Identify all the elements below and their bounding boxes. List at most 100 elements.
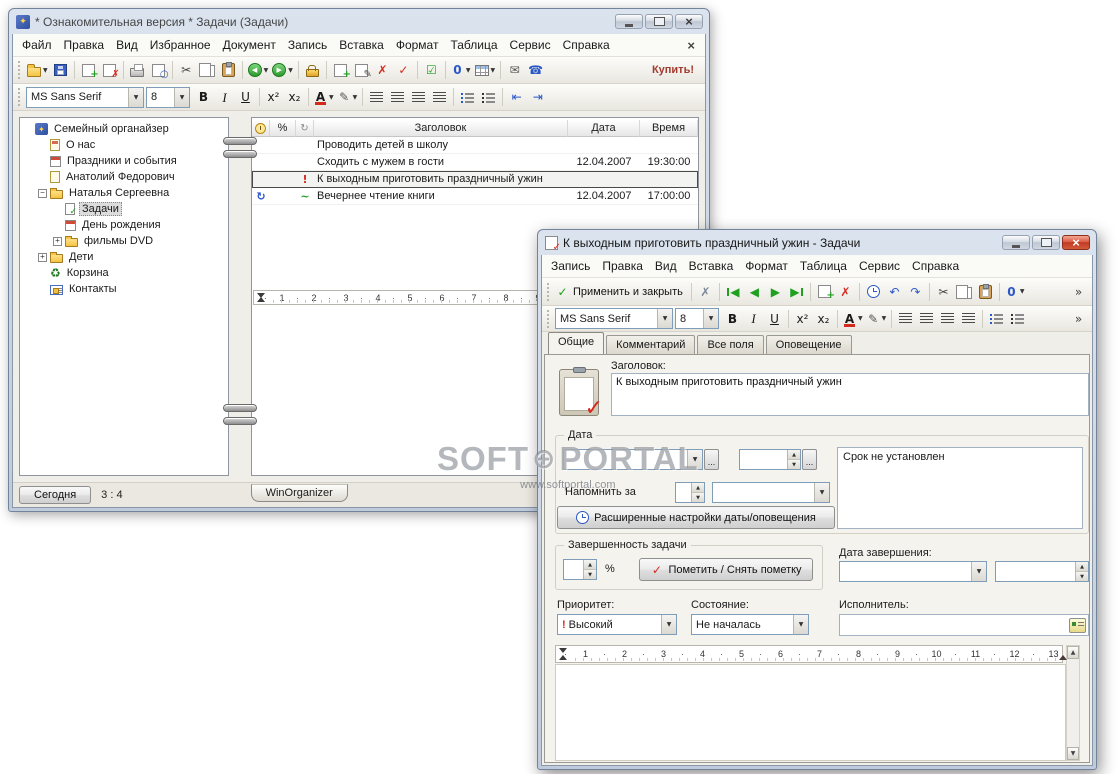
align-left-button[interactable] [366,86,387,108]
alarm-column-header[interactable] [252,120,270,137]
close-button[interactable] [675,14,703,29]
scroll-up-icon[interactable] [1067,646,1079,659]
tab-3[interactable]: Оповещение [765,335,852,354]
title-input[interactable]: К выходным приготовить праздничный ужин [611,373,1089,416]
left-indent-marker[interactable] [257,297,265,302]
next-record-button[interactable]: ▶ [765,281,786,303]
cancel-button[interactable]: ✗ [695,281,716,303]
menu-item-7[interactable]: Справка [906,256,965,276]
spinner-buttons[interactable] [787,450,800,469]
menu-item-0[interactable]: Файл [16,35,58,55]
numbered-list-button[interactable] [478,86,499,108]
dropdown-arrow-icon[interactable]: ▼ [858,315,863,322]
toolbar-grip[interactable] [547,282,550,301]
dropdown-arrow-icon[interactable]: ▼ [882,315,887,322]
tree-item[interactable]: ♻ Корзина [20,265,228,281]
close-document-icon[interactable] [680,38,702,53]
open-file-button[interactable]: ▼ [25,59,50,81]
table-row[interactable]: ! К выходным приготовить праздничный ужин [252,171,698,188]
redo-button[interactable]: ↷ [905,281,926,303]
attachments-button[interactable]: 0 ▼ [1003,281,1027,303]
due-date-more-button[interactable] [704,449,719,470]
font-color-button[interactable]: A ▼ [312,86,336,108]
menu-item-10[interactable]: Справка [557,35,616,55]
dropdown-arrow-icon[interactable] [814,483,829,502]
completion-percent-spinner[interactable] [563,559,597,580]
italic-button[interactable]: I [743,308,764,330]
spin-up-icon[interactable] [788,450,800,459]
close-button[interactable] [1062,235,1090,250]
tree-item[interactable]: Семейный органайзер [20,121,228,137]
contact-call-button[interactable]: ☎ [525,59,546,81]
collapse-icon[interactable]: − [38,188,47,198]
menu-item-7[interactable]: Формат [390,35,445,55]
tab-1[interactable]: Комментарий [606,335,696,354]
due-time-more-button[interactable] [802,449,817,470]
dropdown-arrow-icon[interactable] [793,615,808,634]
minimize-button[interactable] [1002,235,1030,250]
align-center-button[interactable] [387,86,408,108]
italic-button[interactable]: I [214,86,235,108]
delete-record-button[interactable]: ✗ [372,59,393,81]
apply-and-close-button[interactable]: ✓ Применить и закрыть [554,281,688,303]
add-record-button[interactable]: + [330,59,351,81]
edit-record-button[interactable]: ✎ [351,59,372,81]
dropdown-arrow-icon[interactable]: ▼ [353,94,358,101]
tree-item[interactable]: − Наталья Сергеевна [20,185,228,201]
recur-column-header[interactable]: ↻ [296,120,314,137]
tree-item[interactable]: Анатолий Федорович [20,169,228,185]
copy-button[interactable] [954,281,975,303]
expand-icon[interactable]: + [38,252,47,262]
align-right-button[interactable] [408,86,429,108]
spin-down-icon[interactable] [1076,571,1088,581]
first-record-button[interactable]: ◀ [723,281,744,303]
toolbar-overflow-button[interactable]: » [1068,308,1089,330]
dropdown-arrow-icon[interactable] [128,87,143,107]
insert-table-button[interactable]: ▼ [473,59,498,81]
spin-down-icon[interactable] [584,569,596,579]
table-row[interactable]: ↻ ~ Вечернее чтение книги 12.04.2007 17:00:0… [252,188,698,205]
due-time-spinner[interactable] [739,449,801,470]
left-indent-marker[interactable] [559,655,567,660]
bold-button[interactable]: B [722,308,743,330]
contacts-picker-icon[interactable] [1069,618,1086,633]
print-button[interactable] [127,59,148,81]
delete-record-button[interactable]: ✗ [835,281,856,303]
column-header[interactable]: Время [640,120,698,137]
toolbar-grip[interactable] [18,88,21,106]
add-record-button[interactable]: + [814,281,835,303]
dropdown-arrow-icon[interactable]: ▼ [491,67,496,74]
column-header[interactable]: % [270,120,296,137]
spinner-buttons[interactable] [583,560,596,579]
tree-item[interactable]: День рождения [20,217,228,233]
protect-button[interactable] [302,59,323,81]
menu-item-1[interactable]: Правка [596,256,649,276]
tree-item[interactable]: Праздники и события [20,153,228,169]
nav-back-button[interactable]: ◀ ▼ [246,59,271,81]
font-family-select[interactable]: MS Sans Serif [555,308,673,329]
advanced-settings-button[interactable]: Расширенные настройки даты/оповещения [557,506,835,529]
maximize-button[interactable] [645,14,673,29]
dropdown-arrow-icon[interactable]: ▼ [466,67,471,74]
notebook-tab-winorganizer[interactable]: WinOrganizer [250,484,348,502]
executor-input[interactable] [839,614,1089,636]
mark-record-button[interactable]: ✓ [393,59,414,81]
prev-record-button[interactable]: ◀ [744,281,765,303]
nav-forward-button[interactable]: ▶ ▼ [270,59,295,81]
increase-indent-button[interactable]: ⇥ [527,86,548,108]
completion-date-select[interactable] [839,561,987,582]
highlight-button[interactable]: ✎ ▼ [865,308,889,330]
bullet-list-button[interactable] [457,86,478,108]
spinner-buttons[interactable] [691,483,704,502]
table-row[interactable]: Сходить с мужем в гости 12.04.2007 19:30:0… [252,154,698,171]
state-select[interactable]: Не началась [691,614,809,635]
table-row[interactable]: Проводить детей в школу [252,137,698,154]
font-size-select[interactable]: 8 [675,308,719,329]
new-note-button[interactable]: + [78,59,99,81]
underline-button[interactable]: U [764,308,785,330]
spin-up-icon[interactable] [584,560,596,569]
bullet-list-button[interactable] [986,308,1007,330]
spin-down-icon[interactable] [788,459,800,469]
today-button[interactable]: Сегодня [19,486,92,504]
dropdown-arrow-icon[interactable] [174,87,189,107]
